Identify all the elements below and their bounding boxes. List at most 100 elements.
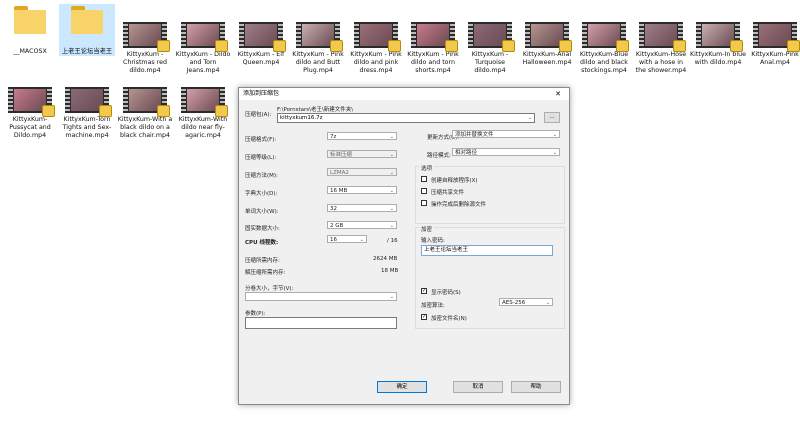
- file-name: KittyxKum - Pink dildo and Butt Plug.mp4: [292, 51, 344, 74]
- video-file-item[interactable]: KittyxKum - Elf Queen.mp4: [233, 4, 289, 67]
- video-file-item[interactable]: KittyxKum-In blue with dildo.mp4: [690, 4, 746, 67]
- option-label: 创建自释放程序(X): [431, 178, 478, 184]
- compress-memory-label: 压缩所需内存:: [245, 258, 280, 264]
- setting-select[interactable]: 标准压缩 ⌄: [327, 150, 397, 158]
- password-label: 输入密码:: [421, 238, 445, 244]
- video-file-item[interactable]: KittyxKum-With dildo near fly-agaric.mp4: [175, 87, 231, 140]
- dialog-titlebar[interactable]: 添加到压缩包 ✕: [239, 88, 569, 100]
- video-file-item[interactable]: KittyxKum - Pink dildo and Butt Plug.mp4: [290, 4, 346, 75]
- setting-label: 压缩方法(M):: [245, 173, 278, 179]
- setting-label: 字典大小(D):: [245, 191, 278, 197]
- chevron-down-icon: ⌄: [545, 300, 550, 306]
- archive-label: 压缩包(A):: [245, 112, 272, 118]
- help-button[interactable]: 帮助: [511, 381, 561, 393]
- cpu-threads-select[interactable]: 16 ⌄: [327, 235, 367, 243]
- folder-item[interactable]: 上老王论坛当老王: [59, 4, 115, 56]
- file-name: KittyxKum-In blue with dildo.mp4: [690, 51, 746, 66]
- dialog-title: 添加到压缩包: [243, 90, 280, 97]
- show-password-checkbox[interactable]: ✓: [421, 288, 427, 294]
- option-label: 操作完成后删除源文件: [431, 202, 487, 208]
- folder-icon: [12, 4, 48, 34]
- update-mode-value: 添加并替换文件: [455, 132, 494, 138]
- chevron-down-icon: ⌄: [389, 223, 394, 229]
- video-thumbnail-icon: [296, 22, 343, 52]
- setting-label: 压缩格式(F):: [245, 137, 277, 143]
- chevron-down-icon: ⌄: [389, 170, 394, 176]
- video-file-item[interactable]: KittyxKum - Pink dildo and pink dress.mp…: [348, 4, 404, 75]
- ok-button[interactable]: 确定: [377, 381, 427, 393]
- option-checkbox[interactable]: [421, 176, 427, 182]
- video-file-item[interactable]: KittyxKum-Pink Anal.mp4: [747, 4, 800, 67]
- video-thumbnail-icon: [411, 22, 458, 52]
- setting-select[interactable]: 7z ⌄: [327, 132, 397, 140]
- params-input[interactable]: [245, 317, 397, 329]
- file-name: KittyxKum-With dildo near fly-agaric.mp4: [178, 116, 228, 139]
- video-thumbnail-icon: [123, 22, 170, 52]
- video-file-item[interactable]: KittyxKum - Christmas red dildo.mp4: [117, 4, 173, 75]
- close-icon[interactable]: ✕: [555, 88, 561, 100]
- file-name: __MACOSX: [13, 48, 47, 55]
- setting-select[interactable]: LZMA2 ⌄: [327, 168, 397, 176]
- decompress-memory-label: 解压缩所需内存:: [245, 270, 286, 276]
- video-file-item[interactable]: KittyxKum-Anal Halloween.mp4: [519, 4, 575, 67]
- path-mode-label: 路径模式:: [427, 153, 451, 159]
- chevron-down-icon: ⌄: [389, 206, 394, 212]
- cancel-button[interactable]: 取消: [453, 381, 503, 393]
- video-thumbnail-icon: [525, 22, 572, 52]
- encrypt-names-label: 加密文件名(N): [431, 316, 467, 322]
- video-thumbnail-icon: [239, 22, 286, 52]
- setting-value: 2 GB: [330, 223, 344, 229]
- folder-item[interactable]: __MACOSX: [2, 4, 58, 56]
- password-input[interactable]: 上老王论坛当老王: [421, 245, 553, 256]
- add-to-archive-dialog: 添加到压缩包 ✕ 压缩包(A): F:\Pornstars\老王\新建文件夹\ …: [238, 87, 570, 405]
- split-size-combo[interactable]: ⌄: [245, 292, 397, 301]
- video-file-item[interactable]: KittyxKum-Torn Tights and Sex-machine.mp…: [59, 87, 115, 140]
- split-size-label: 分卷大小，字节(V):: [245, 286, 294, 292]
- path-mode-select[interactable]: 相对路径 ⌄: [452, 148, 560, 156]
- cpu-threads-label: CPU 线程数:: [245, 240, 279, 246]
- chevron-down-icon: ⌄: [359, 237, 364, 243]
- video-file-item[interactable]: KittyxKum-Blue dildo and black stockings…: [576, 4, 632, 75]
- setting-select[interactable]: 16 MB ⌄: [327, 186, 397, 194]
- chevron-down-icon: ⌄: [389, 152, 394, 158]
- encryption-method-select[interactable]: AES-256 ⌄: [499, 298, 553, 306]
- setting-value: 7z: [330, 134, 337, 140]
- folder-icon: [69, 4, 105, 34]
- video-file-item[interactable]: KittyxKum - Dildo and Torn Jeans.mp4: [175, 4, 231, 75]
- cpu-threads-total: / 16: [387, 238, 398, 244]
- file-name: KittyxKum-Pink Anal.mp4: [751, 51, 799, 66]
- video-file-item[interactable]: KittyxKum - Pink dildo and torn shorts.m…: [405, 4, 461, 75]
- video-file-item[interactable]: KittyxKum-Hose with a hose in the shower…: [633, 4, 689, 75]
- option-label: 压缩共享文件: [431, 190, 465, 196]
- setting-select[interactable]: 32 ⌄: [327, 204, 397, 212]
- encrypt-names-checkbox[interactable]: ✓: [421, 314, 427, 320]
- browse-button[interactable]: ...: [544, 112, 560, 123]
- video-thumbnail-icon: [639, 22, 686, 52]
- file-name: KittyxKum-Torn Tights and Sex-machine.mp…: [62, 116, 112, 139]
- option-checkbox[interactable]: [421, 188, 427, 194]
- video-thumbnail-icon: [181, 87, 228, 117]
- cpu-threads-value: 16: [330, 237, 337, 243]
- video-thumbnail-icon: [753, 22, 800, 52]
- setting-label: 单词大小(W):: [245, 209, 279, 215]
- video-thumbnail-icon: [123, 87, 170, 117]
- archive-name-combo[interactable]: kittyxkum16.7z ⌄: [277, 113, 535, 123]
- video-thumbnail-icon: [582, 22, 629, 52]
- option-checkbox[interactable]: [421, 200, 427, 206]
- file-name: KittyxKum-Anal Halloween.mp4: [522, 51, 572, 66]
- chevron-down-icon: ⌄: [389, 294, 394, 300]
- video-file-item[interactable]: KittyxKum-Pussycat and Dildo.mp4: [2, 87, 58, 140]
- file-name: KittyxKum-Blue dildo and black stockings…: [579, 51, 629, 74]
- show-password-label: 显示密码(S): [431, 290, 461, 296]
- video-file-item[interactable]: KittyxKum - Turquoise dildo.mp4: [462, 4, 518, 75]
- video-thumbnail-icon: [468, 22, 515, 52]
- archive-path: F:\Pornstars\老王\新建文件夹\: [277, 107, 354, 113]
- chevron-down-icon: ⌄: [389, 134, 394, 140]
- archive-name-value: kittyxkum16.7z: [280, 115, 323, 121]
- setting-select[interactable]: 2 GB ⌄: [327, 221, 397, 229]
- update-mode-select[interactable]: 添加并替换文件 ⌄: [452, 130, 560, 138]
- video-file-item[interactable]: KittyxKum-With a black dildo on a black …: [117, 87, 173, 140]
- video-thumbnail-icon: [181, 22, 228, 52]
- encryption-method-label: 加密算法:: [421, 303, 445, 309]
- setting-value: 16 MB: [330, 188, 348, 194]
